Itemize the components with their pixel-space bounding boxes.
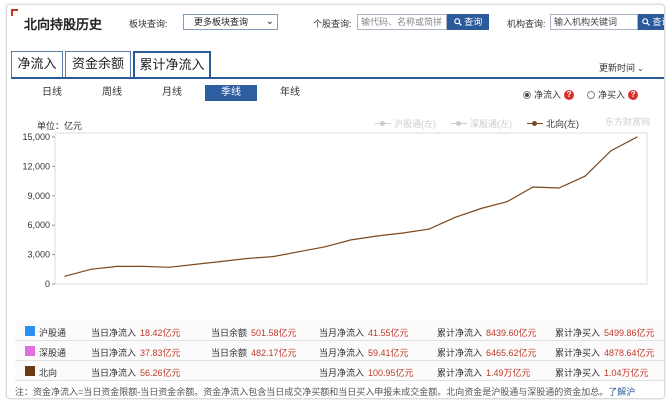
y-tick-label: 12,000 xyxy=(22,161,50,171)
y-tick-label: 6,000 xyxy=(27,220,50,230)
data-point xyxy=(246,257,248,260)
data-point xyxy=(428,228,430,230)
data-point xyxy=(402,232,404,234)
cell-label: 累计净流入 xyxy=(437,348,483,358)
table-cell: 当日净流入 18.42亿元 xyxy=(91,326,181,339)
cell-value: 41.55亿元 xyxy=(368,328,409,338)
cell-value: 37.83亿元 xyxy=(140,348,181,358)
cell-label: 累计净流入 xyxy=(437,328,483,338)
footnote-link[interactable]: 了解沪 xyxy=(608,387,635,397)
data-point xyxy=(116,265,118,267)
cell-value: 5499.86亿元 xyxy=(604,328,655,338)
row-name: 深股通 xyxy=(39,348,67,358)
cell-label: 当日净流入 xyxy=(91,328,137,338)
table-row: 北向 当日净流入 56.26亿元 当月净流入 100.95亿元 累计净流入 1.49万亿元累… xyxy=(15,361,664,381)
cell-value: 1.49万亿元 xyxy=(486,368,531,378)
cell-label: 当日余额 xyxy=(211,328,248,338)
data-point xyxy=(298,251,300,253)
table-cell: 当月净流入 100.95亿元 xyxy=(319,366,414,379)
table-cell: 当日净流入 37.83亿元 xyxy=(91,346,181,359)
cell-value: 56.26亿元 xyxy=(140,368,181,378)
series-line-north xyxy=(64,136,638,277)
table-cell: 当日余额 482.17亿元 xyxy=(211,346,297,359)
table-cell xyxy=(211,366,215,376)
data-point xyxy=(168,266,170,268)
table-row: 沪股通 当日净流入 18.42亿元 当日余额 501.58亿元 当月净流入 41.55亿元 累… xyxy=(15,321,664,341)
cell-value: 4878.64亿元 xyxy=(604,348,655,358)
row-name: 沪股通 xyxy=(39,328,67,338)
data-point xyxy=(584,175,586,177)
footnote: 注：资金净流入=当日资金限额-当日资金余额。资金净流入包含当日成交净买额和当日买… xyxy=(15,385,664,398)
data-point xyxy=(506,201,508,203)
cell-label: 当日净流入 xyxy=(91,368,137,378)
data-point xyxy=(480,207,482,210)
table-cell: 当日净流入 56.26亿元 xyxy=(91,366,181,379)
series-swatch xyxy=(25,326,35,336)
app-frame: 北向持股历史 板块查询: 更多板块查询 ⌄ 个股查询: 输代码、名称或简拼 查询… xyxy=(6,4,665,399)
table-cell: 累计净流入 1.49万亿元 xyxy=(437,366,531,379)
cell-value: 100.95亿元 xyxy=(368,368,414,378)
cell-label: 当日净流入 xyxy=(91,348,137,358)
data-point xyxy=(376,235,378,237)
data-point xyxy=(610,150,612,152)
cell-value: 6465.62亿元 xyxy=(486,348,537,358)
series-swatch xyxy=(25,366,35,376)
y-tick-label: 15,000 xyxy=(22,132,50,142)
series-swatch xyxy=(25,346,35,356)
data-point xyxy=(636,136,638,138)
y-tick-label: 3,000 xyxy=(27,250,50,260)
table-cell: 累计净流入 6465.62亿元 xyxy=(437,346,537,359)
table-cell: 累计净买入 1.04万亿元 xyxy=(555,366,649,379)
y-tick-label: 9,000 xyxy=(27,191,50,201)
line-chart: 15,000 12,000 9,000 6,000 3,000 0 xyxy=(22,132,648,289)
cell-label: 累计净流入 xyxy=(437,368,483,378)
cell-value: 1.04万亿元 xyxy=(604,368,649,378)
cell-label: 累计净买入 xyxy=(555,368,601,378)
data-point xyxy=(350,239,352,241)
footnote-text: 注：资金净流入=当日资金限额-当日资金余额。资金净流入包含当日成交净买额和当日买… xyxy=(15,387,609,397)
cell-value: 18.42亿元 xyxy=(140,328,181,338)
table-cell: 累计净流入 8439.60亿元 xyxy=(437,326,537,339)
data-point xyxy=(558,187,560,189)
data-point xyxy=(272,255,274,258)
table-cell: 累计净买入 4878.64亿元 xyxy=(555,346,655,359)
cell-label: 累计净买入 xyxy=(555,328,601,338)
data-point xyxy=(194,263,196,265)
data-point xyxy=(324,246,326,248)
data-point xyxy=(454,216,456,218)
cell-value: 482.17亿元 xyxy=(251,348,297,358)
row-name: 北向 xyxy=(39,368,58,378)
cell-label: 当日余额 xyxy=(211,348,248,358)
cell-value: 501.58亿元 xyxy=(251,328,297,338)
table-row: 深股通 当日净流入 37.83亿元 当日余额 482.17亿元 当月净流入 59.41亿元 累… xyxy=(15,341,664,361)
cell-label: 累计净买入 xyxy=(555,348,601,358)
data-point xyxy=(532,186,534,188)
plot-frame xyxy=(54,132,648,285)
cell-label: 当月净流入 xyxy=(319,328,365,338)
y-tick-label: 0 xyxy=(45,279,50,289)
table-cell: 累计净买入 5499.86亿元 xyxy=(555,326,655,339)
data-point xyxy=(220,260,222,263)
cell-label: 当月净流入 xyxy=(319,368,365,378)
cell-value: 8439.60亿元 xyxy=(486,328,537,338)
cell-label: 当月净流入 xyxy=(319,348,365,358)
cell-value: 59.41亿元 xyxy=(368,348,409,358)
data-point xyxy=(64,275,66,277)
table-cell: 当月净流入 59.41亿元 xyxy=(319,346,409,359)
table-cell: 当日余额 501.58亿元 xyxy=(211,326,297,339)
table-cell: 当月净流入 41.55亿元 xyxy=(319,326,409,339)
data-point xyxy=(90,268,92,270)
data-point xyxy=(142,265,144,267)
